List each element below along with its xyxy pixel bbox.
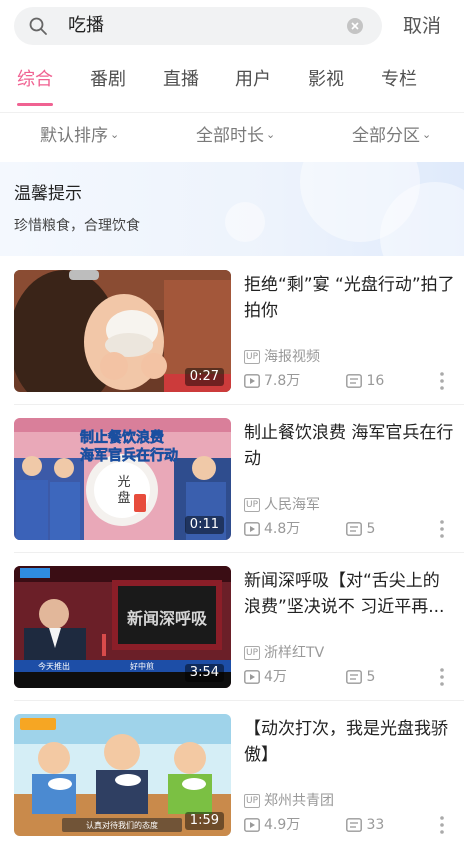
clear-icon[interactable]	[346, 17, 364, 35]
view-count-value: 7.8万	[264, 373, 301, 389]
video-title[interactable]: 新闻深呼吸【对“舌尖上的浪费”坚决说不 习近平再...	[244, 568, 456, 620]
uploader[interactable]: UP 浙样红TV	[244, 644, 324, 662]
comment-count: 33	[346, 816, 384, 834]
filter-zone[interactable]: 全部分区 ⌄	[352, 124, 431, 147]
video-card[interactable]: 认真对待我们的态度 1:59 【动次打次，我是光盘我骄傲】 UP 郑州共青团 4.…	[0, 714, 464, 847]
video-duration: 0:27	[184, 368, 224, 386]
thumbnail-caption: 认真对待我们的态度	[86, 820, 158, 830]
video-duration: 1:59	[184, 812, 224, 830]
banner-decoration	[225, 202, 265, 242]
thumbnail-plate-text: 光	[117, 475, 130, 490]
uploader[interactable]: UP 海报视频	[244, 348, 320, 366]
video-thumbnail[interactable]: 新闻深呼吸 今天推出 好中煎 3:54	[14, 566, 231, 688]
thumbnail-ticker: 今天推出	[38, 661, 70, 671]
comment-count: 5	[346, 668, 375, 686]
video-thumbnail[interactable]: 制止餐饮浪费 海军官兵在行动 光 盘 0:11	[14, 418, 231, 540]
video-stats: 4.9万 33	[244, 816, 384, 834]
uploader-name: 郑州共青团	[264, 793, 335, 809]
more-options-icon[interactable]	[436, 815, 448, 835]
up-badge: UP	[244, 498, 261, 512]
video-card[interactable]: 新闻深呼吸 今天推出 好中煎 3:54 新闻深呼吸【对“舌尖上的浪费”坚决说不 …	[0, 566, 464, 714]
thumbnail-caption: 新闻深呼吸	[127, 609, 208, 628]
filter-duration[interactable]: 全部时长 ⌄	[196, 124, 275, 147]
active-tab-indicator	[17, 103, 53, 106]
tab-movies[interactable]: 影视	[308, 68, 344, 92]
view-count: 4万	[244, 668, 342, 686]
tip-title: 温馨提示	[14, 184, 82, 204]
uploader[interactable]: UP 人民海军	[244, 496, 320, 514]
play-count-icon	[244, 522, 260, 536]
video-card[interactable]: 制止餐饮浪费 海军官兵在行动 光 盘 0:11 制止餐饮浪费 海军官兵在行动 U…	[0, 418, 464, 566]
comment-count: 5	[346, 520, 375, 538]
video-title[interactable]: 【动次打次，我是光盘我骄傲】	[244, 716, 456, 768]
thumbnail-caption: 海军官兵在行动	[80, 447, 178, 464]
play-count-icon	[244, 374, 260, 388]
more-options-icon[interactable]	[436, 667, 448, 687]
comment-count-value: 5	[366, 669, 376, 685]
comment-count-value: 5	[366, 521, 376, 537]
view-count-value: 4万	[264, 669, 287, 685]
chevron-down-icon: ⌄	[266, 128, 276, 141]
filter-duration-label: 全部时长	[196, 126, 264, 146]
chevron-down-icon: ⌄	[110, 128, 120, 141]
filter-sort-label: 默认排序	[40, 126, 108, 146]
search-box[interactable]: 吃播	[14, 7, 382, 45]
comment-icon	[346, 522, 363, 536]
view-count: 7.8万	[244, 372, 342, 390]
up-badge: UP	[244, 646, 261, 660]
tab-all[interactable]: 综合	[17, 68, 53, 92]
tip-banner: 温馨提示 珍惜粮食，合理饮食	[0, 162, 464, 256]
video-stats: 7.8万 16	[244, 372, 384, 390]
comment-icon	[346, 374, 363, 388]
comment-icon	[346, 818, 363, 832]
tab-live[interactable]: 直播	[163, 68, 199, 92]
video-title[interactable]: 制止餐饮浪费 海军官兵在行动	[244, 420, 456, 472]
divider	[14, 552, 464, 553]
tab-bangumi[interactable]: 番剧	[90, 68, 126, 92]
video-stats: 4万 5	[244, 668, 375, 686]
filter-sort[interactable]: 默认排序 ⌄	[40, 124, 119, 147]
comment-count-value: 16	[366, 373, 385, 389]
tip-text: 珍惜粮食，合理饮食	[14, 218, 140, 234]
filter-zone-label: 全部分区	[352, 126, 420, 146]
comment-icon	[346, 670, 363, 684]
comment-count-value: 33	[366, 817, 385, 833]
uploader-name: 人民海军	[264, 497, 321, 513]
play-count-icon	[244, 818, 260, 832]
divider	[14, 404, 464, 405]
video-card[interactable]: 0:27 拒绝“剩”宴 “光盘行动”拍了拍你 UP 海报视频 7.8万 16	[0, 270, 464, 418]
tab-users[interactable]: 用户	[235, 68, 271, 92]
uploader-name: 海报视频	[264, 349, 321, 365]
search-input[interactable]: 吃播	[68, 15, 104, 37]
view-count-value: 4.9万	[264, 817, 301, 833]
play-count-icon	[244, 670, 260, 684]
search-tabs: 综合 番剧 直播 用户 影视 专栏	[0, 62, 464, 110]
search-bar: 吃播 取消	[0, 0, 464, 54]
tab-articles[interactable]: 专栏	[381, 68, 417, 92]
view-count: 4.8万	[244, 520, 342, 538]
video-title[interactable]: 拒绝“剩”宴 “光盘行动”拍了拍你	[244, 272, 456, 324]
up-badge: UP	[244, 794, 261, 808]
chevron-down-icon: ⌄	[422, 128, 432, 141]
more-options-icon[interactable]	[436, 371, 448, 391]
view-count-value: 4.8万	[264, 521, 301, 537]
thumbnail-plate-text: 盘	[117, 490, 130, 506]
video-duration: 0:11	[184, 516, 224, 534]
comment-count: 16	[346, 372, 384, 390]
up-badge: UP	[244, 350, 261, 364]
video-stats: 4.8万 5	[244, 520, 375, 538]
view-count: 4.9万	[244, 816, 342, 834]
more-options-icon[interactable]	[436, 519, 448, 539]
cancel-button[interactable]: 取消	[403, 14, 441, 38]
video-duration: 3:54	[184, 664, 224, 682]
thumbnail-caption: 制止餐饮浪费	[80, 429, 164, 446]
search-icon	[29, 17, 47, 35]
filter-bar: 默认排序 ⌄ 全部时长 ⌄ 全部分区 ⌄	[0, 112, 464, 158]
divider	[14, 700, 464, 701]
thumbnail-ticker: 好中煎	[130, 661, 154, 671]
uploader[interactable]: UP 郑州共青团	[244, 792, 334, 810]
uploader-name: 浙样红TV	[264, 645, 325, 661]
video-thumbnail[interactable]: 0:27	[14, 270, 231, 392]
video-thumbnail[interactable]: 认真对待我们的态度 1:59	[14, 714, 231, 836]
